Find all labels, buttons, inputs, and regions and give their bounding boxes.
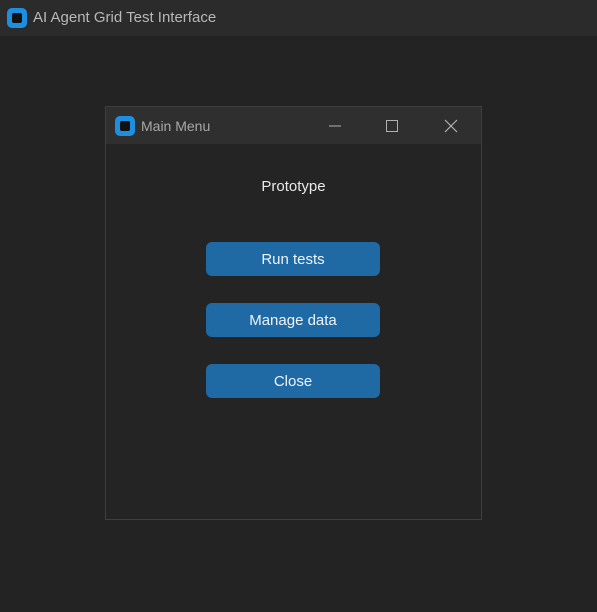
- main-menu-dialog: Main Menu Prototype Run tests Manage dat: [105, 106, 482, 520]
- app-titlebar: AI Agent Grid Test Interface: [0, 0, 597, 36]
- maximize-icon: [386, 119, 398, 132]
- maximize-button[interactable]: [369, 107, 415, 144]
- app-logo-icon: [7, 8, 27, 28]
- close-icon: [444, 119, 458, 132]
- close-window-button[interactable]: [428, 107, 474, 144]
- minimize-icon: [329, 125, 341, 126]
- manage-data-button[interactable]: Manage data: [206, 303, 380, 337]
- dialog-title: Main Menu: [141, 118, 211, 134]
- dialog-heading: Prototype: [261, 178, 326, 195]
- minimize-button[interactable]: [312, 107, 358, 144]
- app-window: AI Agent Grid Test Interface Main Menu P…: [0, 0, 597, 612]
- run-tests-button[interactable]: Run tests: [206, 242, 380, 276]
- app-title: AI Agent Grid Test Interface: [33, 9, 217, 26]
- close-button[interactable]: Close: [206, 364, 380, 398]
- dialog-logo-icon: [115, 116, 135, 136]
- dialog-titlebar[interactable]: Main Menu: [106, 107, 481, 144]
